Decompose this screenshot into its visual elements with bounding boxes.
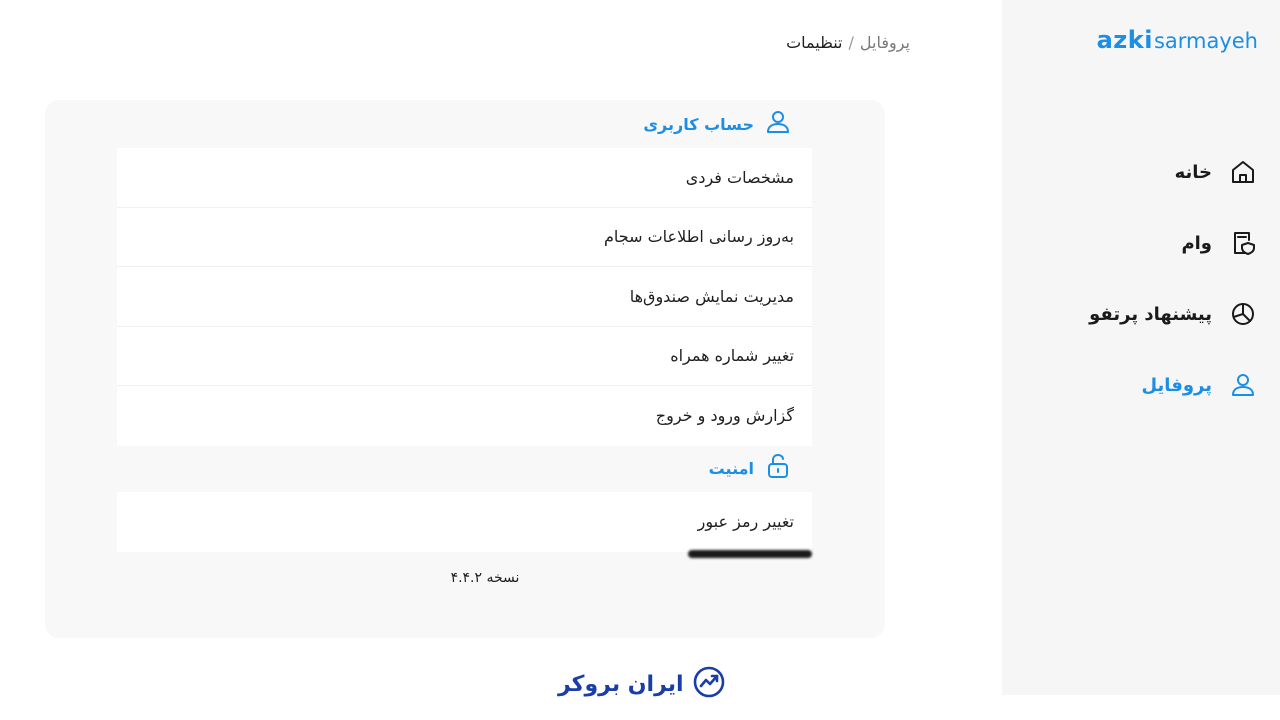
list-item-label: مدیریت نمایش صندوق‌ها — [629, 286, 794, 306]
lock-icon — [764, 452, 792, 484]
app-version: نسخه ۴.۴.۲ — [450, 570, 520, 586]
sidebar-item-home[interactable]: خانه — [1002, 150, 1280, 194]
list-item-label: مشخصات فردی — [685, 167, 794, 187]
security-section-header: امنیت — [709, 451, 792, 485]
list-item-label: به‌روز رسانی اطلاعات سجام — [604, 227, 794, 247]
breadcrumb-parent[interactable]: پروفایل — [860, 33, 910, 52]
breadcrumb-separator: / — [848, 33, 854, 52]
app-logo[interactable]: azki sarmayeh — [1097, 26, 1258, 54]
home-icon — [1228, 157, 1258, 187]
security-settings-list: تغییر رمز عبور — [117, 492, 812, 552]
logo-part-sarmayeh: sarmayeh — [1153, 29, 1258, 53]
breadcrumb-current: تنظیمات — [786, 33, 843, 52]
settings-card: حساب کاربری مشخصات فردی به‌روز رسانی اطل… — [45, 100, 885, 638]
security-section-title: امنیت — [708, 458, 754, 478]
account-section-title: حساب کاربری — [643, 114, 754, 134]
list-item-label: تغییر شماره همراه — [670, 346, 794, 366]
list-item-label: گزارش ورود و خروج — [655, 406, 794, 426]
breadcrumb: پروفایل / تنظیمات — [786, 33, 910, 52]
list-item-change-phone[interactable]: تغییر شماره همراه — [117, 327, 812, 386]
footer-brand-text: ایران بروکر — [558, 671, 684, 697]
list-item-funds-display[interactable]: مدیریت نمایش صندوق‌ها — [117, 267, 812, 327]
sidebar-nav: خانه وام پیشنهاد پرتفو پروفایل — [1002, 150, 1280, 434]
list-item-sejam-update[interactable]: به‌روز رسانی اطلاعات سجام — [117, 208, 812, 267]
list-item-change-password[interactable]: تغییر رمز عبور — [117, 492, 812, 552]
list-item-label: تغییر رمز عبور — [697, 512, 794, 532]
pie-chart-icon — [1228, 299, 1258, 329]
sidebar-item-portfolio[interactable]: پیشنهاد پرتفو — [1002, 292, 1280, 336]
sidebar-item-label: پیشنهاد پرتفو — [1089, 303, 1212, 325]
sidebar-item-label: وام — [1181, 232, 1212, 254]
list-item-login-report[interactable]: گزارش ورود و خروج — [117, 386, 812, 446]
logo-part-azki: azki — [1096, 26, 1153, 54]
sidebar-item-label: پروفایل — [1141, 374, 1212, 396]
loan-icon — [1228, 228, 1258, 258]
footer-brand-logo: ایران بروکر — [558, 666, 726, 702]
sidebar-item-loan[interactable]: وام — [1002, 221, 1280, 265]
trend-chart-icon — [692, 665, 726, 703]
user-icon — [1228, 370, 1258, 400]
account-settings-list: مشخصات فردی به‌روز رسانی اطلاعات سجام مد… — [117, 148, 812, 446]
redaction-scribble — [688, 550, 812, 558]
sidebar-item-profile[interactable]: پروفایل — [1002, 363, 1280, 407]
account-section-header: حساب کاربری — [643, 107, 792, 141]
page: azki sarmayeh خانه وام پیشنهاد پرتفو پرو… — [0, 0, 1280, 720]
list-item-personal-info[interactable]: مشخصات فردی — [117, 148, 812, 208]
sidebar: azki sarmayeh خانه وام پیشنهاد پرتفو پرو… — [1002, 0, 1280, 695]
sidebar-item-label: خانه — [1174, 161, 1212, 183]
user-icon — [764, 108, 792, 140]
